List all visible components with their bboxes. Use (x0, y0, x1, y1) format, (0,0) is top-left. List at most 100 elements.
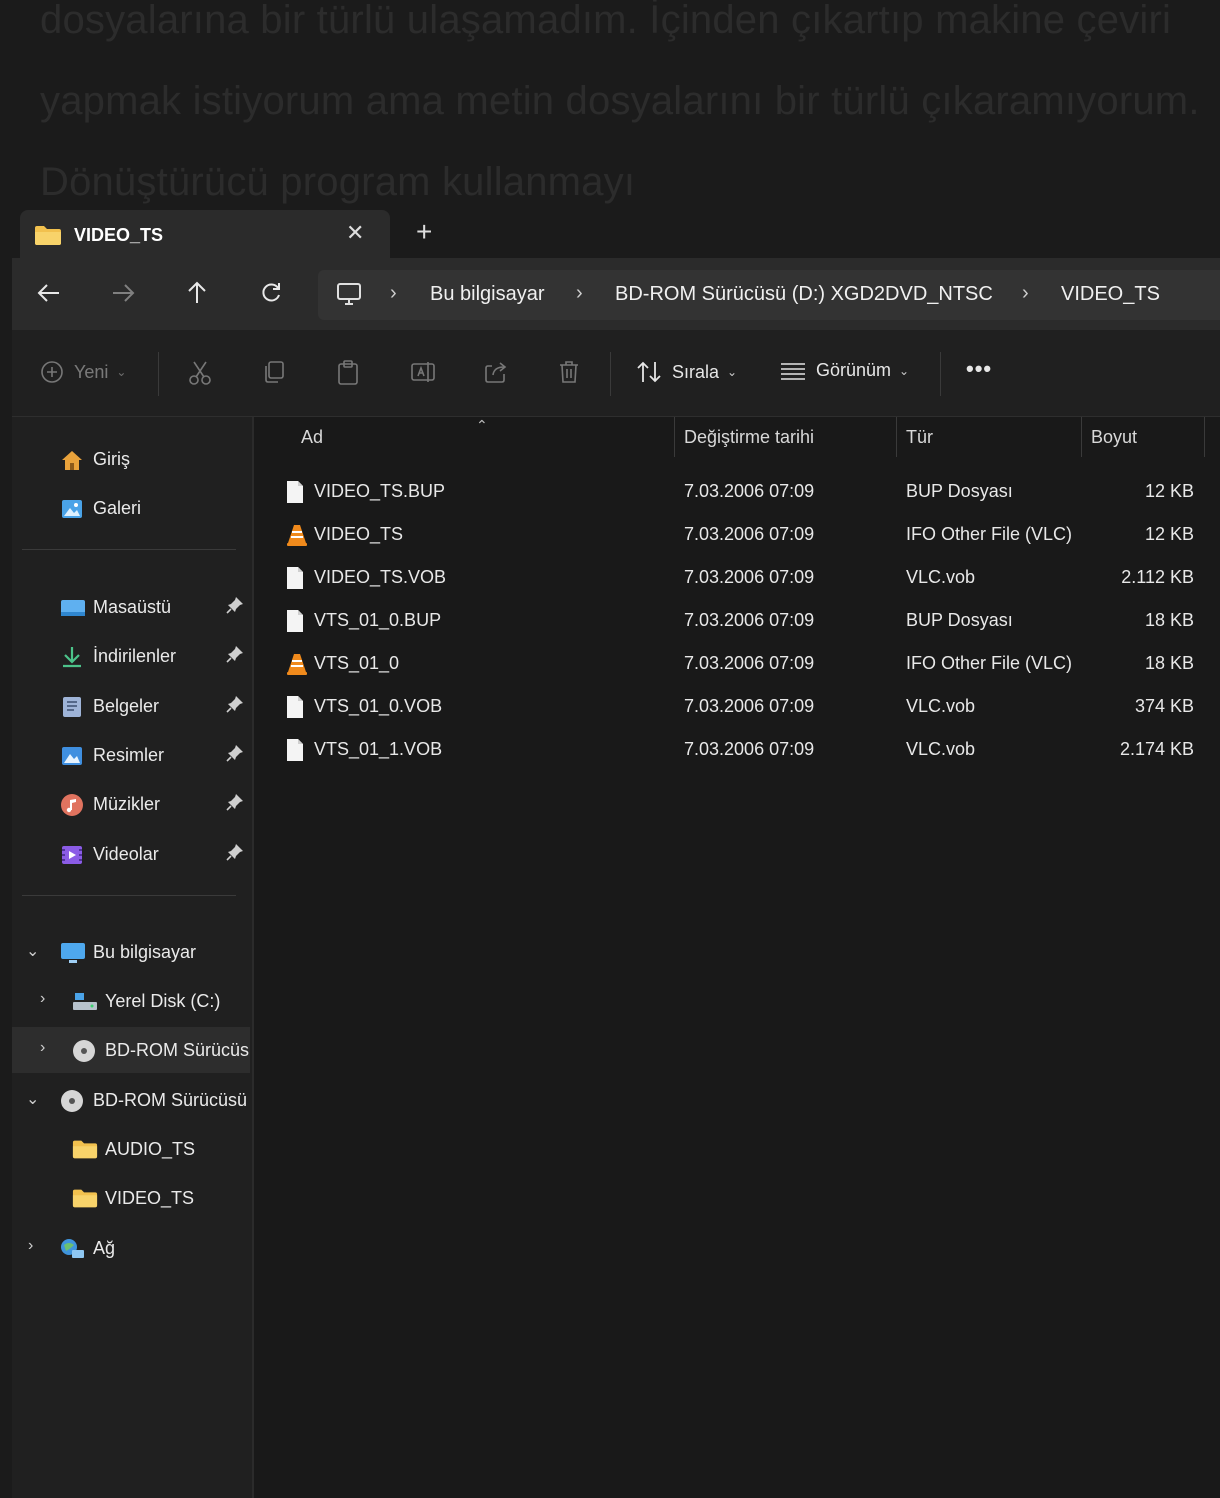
chevron-down-icon[interactable]: ⌄ (26, 1089, 39, 1109)
sidebar-item-documents[interactable]: Belgeler (12, 683, 250, 729)
file-row[interactable]: VTS_01_1.VOB 7.03.2006 07:09 VLC.vob 2.174 … (274, 728, 1204, 771)
up-icon[interactable] (182, 278, 212, 308)
chevron-down-icon: ⌄ (899, 363, 910, 378)
close-icon[interactable]: ✕ (346, 220, 364, 246)
sidebar-item-bd-rom-drive[interactable]: › BD-ROM Sürücüs (12, 1027, 250, 1073)
sidebar-item-video-ts[interactable]: VIDEO_TS (12, 1175, 250, 1221)
sidebar-item-label: VIDEO_TS (105, 1188, 195, 1208)
desktop-icon (60, 596, 85, 620)
file-icon (286, 480, 304, 509)
pin-icon[interactable] (226, 596, 244, 619)
file-name: VTS_01_1.VOB (314, 739, 443, 759)
cut-button[interactable] (188, 360, 212, 386)
file-row[interactable]: VIDEO_TS 7.03.2006 07:09 IFO Other File (V… (274, 513, 1204, 556)
gallery-icon (60, 497, 84, 521)
vlc-icon (286, 523, 308, 552)
more-options-button[interactable]: ••• (966, 356, 992, 382)
pin-icon[interactable] (226, 645, 244, 668)
breadcrumb-item[interactable]: VIDEO_TS (1061, 283, 1160, 306)
sidebar-item-local-disk[interactable]: › Yerel Disk (C:) (12, 978, 250, 1024)
breadcrumb-item[interactable]: Bu bilgisayar (430, 283, 545, 306)
copy-icon (265, 361, 284, 383)
background-post-text: dosyalarına bir türlü ulaşamadım. İçinde… (40, 0, 1200, 204)
delete-button[interactable] (558, 360, 580, 384)
videos-icon (60, 843, 84, 867)
file-type: VLC.vob (906, 696, 976, 716)
sidebar-item-bd-rom-drive-expanded[interactable]: ⌄ BD-ROM Sürücüsü (12, 1077, 250, 1123)
sidebar-item-music[interactable]: Müzikler (12, 781, 250, 827)
sidebar-item-label: Masaüstü (93, 597, 172, 617)
paste-button[interactable] (336, 360, 360, 386)
file-type: BUP Dosyası (906, 610, 1013, 630)
copy-button[interactable] (262, 360, 286, 384)
tab-video-ts[interactable]: VIDEO_TS ✕ (20, 210, 390, 258)
file-row[interactable]: VTS_01_0.VOB 7.03.2006 07:09 VLC.vob 374 KB (274, 685, 1204, 728)
file-date: 7.03.2006 07:09 (684, 481, 815, 501)
sidebar-item-label: Resimler (93, 745, 165, 765)
disc-icon (72, 1039, 96, 1063)
chevron-right-icon[interactable]: › (40, 990, 45, 1008)
computer-icon (60, 941, 85, 965)
file-list-pane: ⌃ Ad Değiştirme tarihi Tür Boyut VIDEO_T… (254, 417, 1220, 1498)
file-size: 2.112 KB (1121, 567, 1194, 587)
sidebar-item-label: Bu bilgisayar (93, 942, 197, 962)
sidebar-item-videos[interactable]: Videolar (12, 831, 250, 877)
file-name: VTS_01_0.VOB (314, 696, 443, 716)
forward-icon[interactable] (108, 278, 138, 308)
file-size: 2.174 KB (1119, 739, 1194, 759)
column-header-date[interactable]: Değiştirme tarihi (684, 427, 814, 448)
column-header-name[interactable]: Ad (301, 427, 323, 448)
file-date: 7.03.2006 07:09 (684, 739, 815, 759)
pin-icon[interactable] (226, 695, 244, 718)
sidebar-item-network[interactable]: › Ağ (12, 1225, 250, 1271)
file-row[interactable]: VIDEO_TS.BUP 7.03.2006 07:09 BUP Dosyası 12… (274, 470, 1204, 513)
sidebar-item-this-pc[interactable]: ⌄ Bu bilgisayar (12, 929, 250, 975)
sort-button[interactable]: Sırala ⌄ (636, 360, 737, 384)
file-row[interactable]: VIDEO_TS.VOB 7.03.2006 07:09 VLC.vob 2.112 … (274, 556, 1204, 599)
file-explorer-window: VIDEO_TS ✕ + › Bu bilgisayar › BD-ROM Sü… (12, 208, 1220, 1498)
new-button[interactable]: Yeni ⌄ (40, 360, 126, 384)
sidebar-item-audio-ts[interactable]: AUDIO_TS (12, 1126, 250, 1172)
chevron-down-icon[interactable]: ⌄ (26, 941, 39, 961)
trash-icon (560, 361, 578, 383)
file-size: 374 KB (1134, 696, 1194, 716)
chevron-right-icon[interactable]: › (40, 1039, 45, 1057)
sidebar-item-gallery[interactable]: Galeri (12, 485, 250, 531)
address-bar[interactable]: › Bu bilgisayar › BD-ROM Sürücüsü (D:) X… (318, 270, 1220, 320)
file-row[interactable]: VTS_01_0.BUP 7.03.2006 07:09 BUP Dosyası 18… (274, 599, 1204, 642)
column-header-type[interactable]: Tür (906, 427, 933, 448)
sidebar-item-desktop[interactable]: Masaüstü (12, 584, 250, 630)
pin-icon[interactable] (226, 843, 244, 866)
pin-icon[interactable] (226, 793, 244, 816)
file-icon (286, 738, 304, 767)
rename-button[interactable] (410, 360, 436, 384)
view-button[interactable]: Görünüm ⌄ (780, 360, 909, 381)
share-icon (485, 362, 507, 383)
sidebar-item-downloads[interactable]: İndirilenler (12, 633, 250, 679)
file-type: IFO Other File (VLC) (906, 653, 1073, 673)
column-header-size[interactable]: Boyut (1091, 427, 1137, 448)
new-tab-button[interactable]: + (416, 216, 432, 248)
sidebar-item-label: Yerel Disk (C:) (105, 991, 221, 1011)
sidebar-item-pictures[interactable]: Resimler (12, 732, 250, 778)
pin-icon[interactable] (226, 744, 244, 767)
file-icon (286, 695, 304, 724)
file-row[interactable]: VTS_01_0 7.03.2006 07:09 IFO Other File (V… (274, 642, 1204, 685)
file-name: VIDEO_TS.VOB (314, 567, 447, 587)
view-label: Görünüm (816, 360, 892, 380)
refresh-icon[interactable] (256, 278, 286, 308)
breadcrumb-item[interactable]: BD-ROM Sürücüsü (D:) XGD2DVD_NTSC (615, 283, 993, 306)
navigation-bar: › Bu bilgisayar › BD-ROM Sürücüsü (D:) X… (12, 258, 1220, 330)
file-date: 7.03.2006 07:09 (684, 610, 815, 630)
chevron-down-icon: ⌄ (116, 365, 127, 379)
file-date: 7.03.2006 07:09 (684, 696, 815, 716)
back-icon[interactable] (34, 278, 64, 308)
sidebar-item-label: Ağ (93, 1238, 116, 1258)
file-size: 12 KB (1144, 481, 1194, 501)
share-button[interactable] (484, 360, 508, 384)
disc-icon (60, 1089, 84, 1113)
chevron-right-icon[interactable]: › (28, 1237, 33, 1255)
sidebar-item-label: Müzikler (93, 794, 161, 814)
sidebar-item-home[interactable]: Giriş (12, 436, 250, 482)
sidebar-item-label: İndirilenler (93, 646, 177, 666)
